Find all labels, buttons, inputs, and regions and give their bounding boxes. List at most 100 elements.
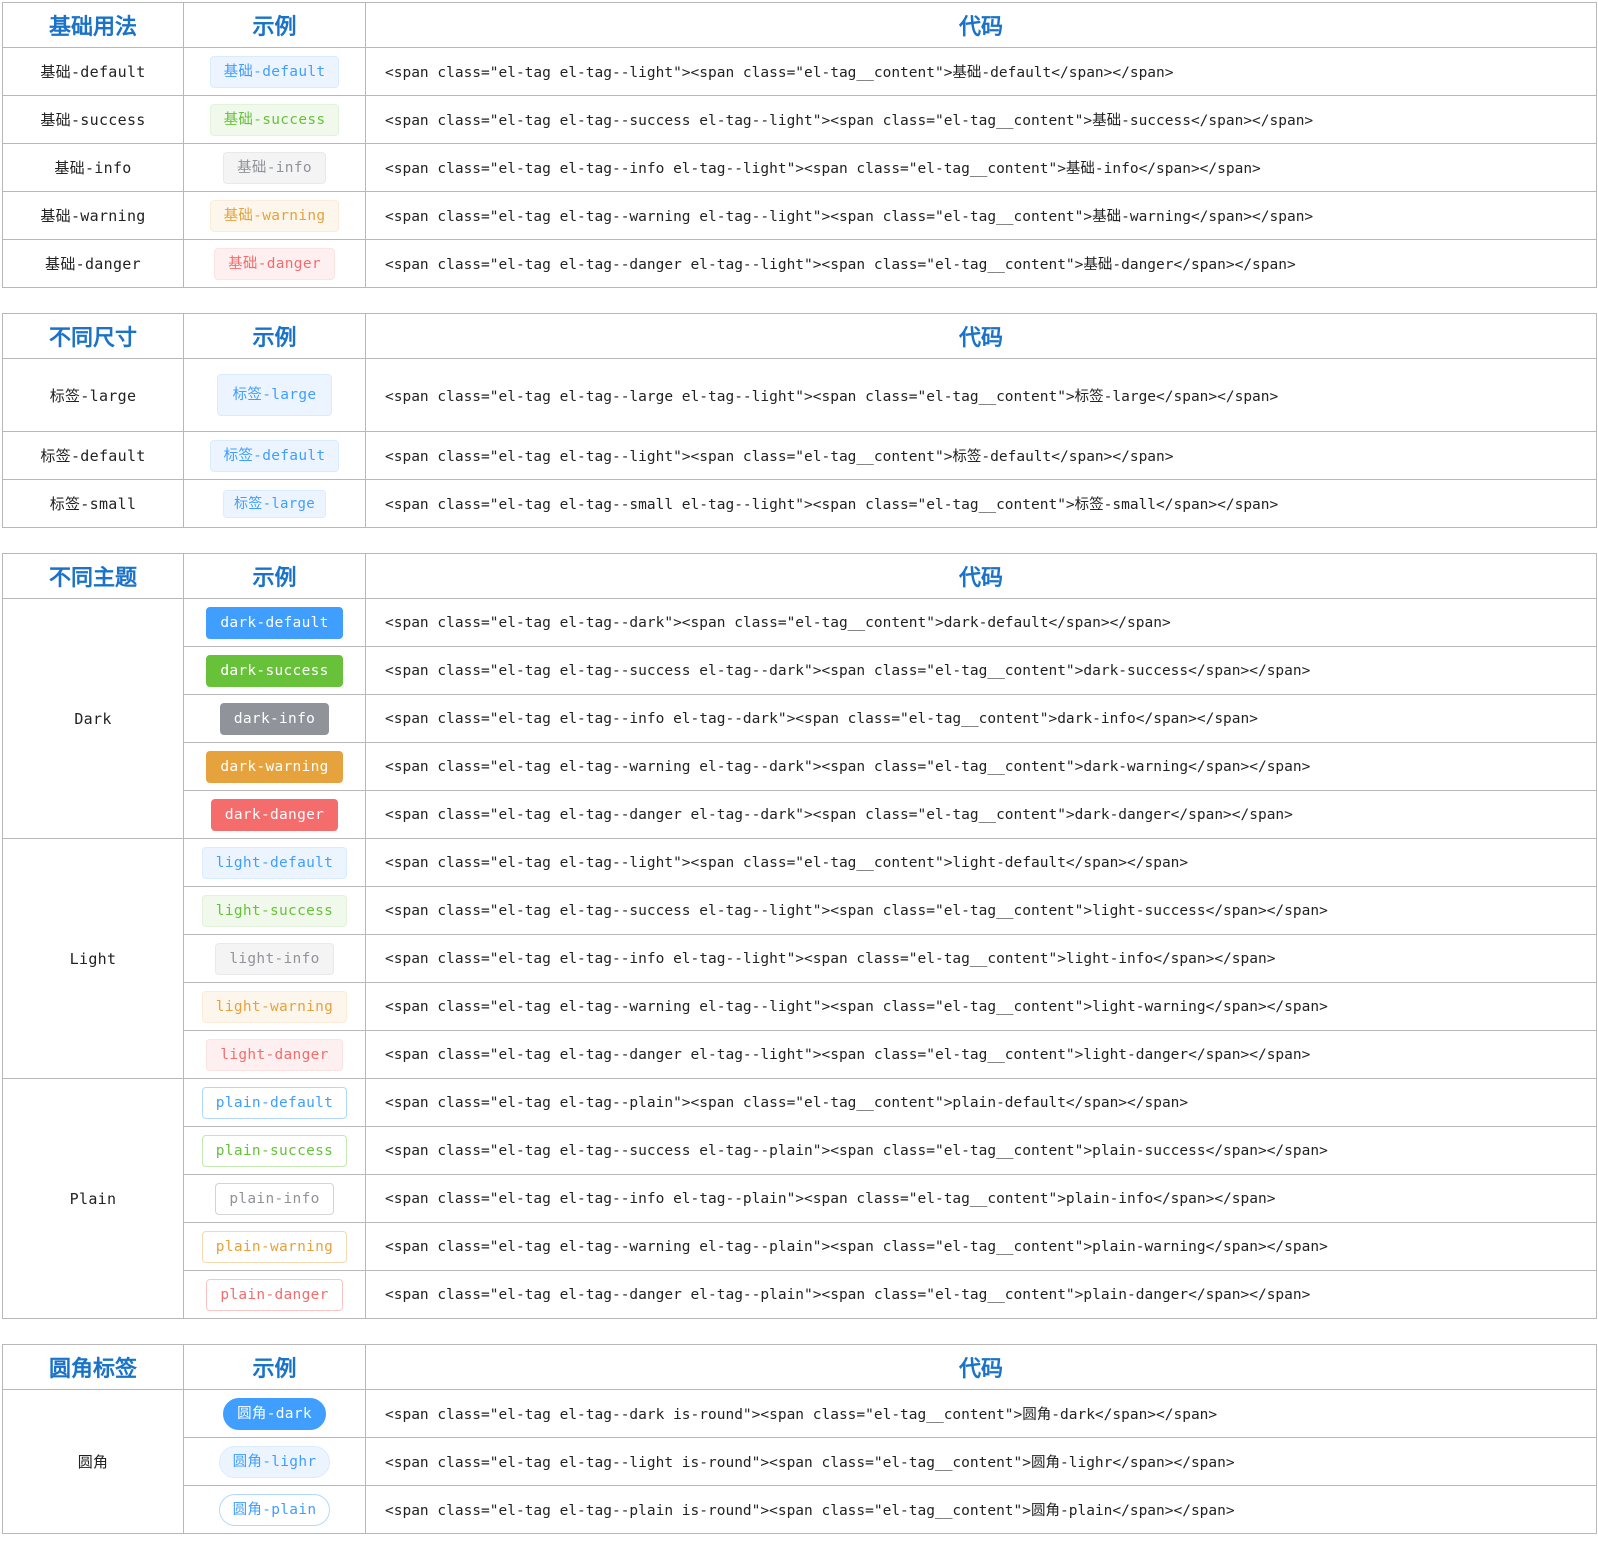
tag-dark-danger[interactable]: dark-danger xyxy=(210,798,339,831)
header-code: 代码 xyxy=(365,1344,1597,1390)
table-header: 基础用法 示例 代码 xyxy=(2,2,1597,48)
tag-size-small[interactable]: 标签-large xyxy=(223,489,326,518)
code-snippet: <span class="el-tag el-tag--dark"><span … xyxy=(365,598,1597,647)
code-snippet: <span class="el-tag el-tag--danger el-ta… xyxy=(365,1030,1597,1079)
code-snippet: <span class="el-tag el-tag--light"><span… xyxy=(365,838,1597,887)
table-row: light-success <span class="el-tag el-tag… xyxy=(3,886,1597,935)
tag-plain-danger[interactable]: plain-danger xyxy=(206,1278,343,1311)
table-row: Light light-default <span class="el-tag … xyxy=(2,838,1597,1079)
tag-round-light[interactable]: 圆角-lighr xyxy=(218,1445,331,1478)
header-category: 不同主题 xyxy=(2,553,184,599)
header-category: 基础用法 xyxy=(2,2,184,48)
table-header: 不同尺寸 示例 代码 xyxy=(2,313,1597,359)
header-category: 不同尺寸 xyxy=(2,313,184,359)
row-label: 基础-danger xyxy=(2,239,184,288)
basic-usage-table: 基础用法 示例 代码 基础-default 基础-default <span c… xyxy=(2,2,1597,288)
table-row: plain-danger <span class="el-tag el-tag-… xyxy=(3,1270,1597,1319)
tag-dark-info[interactable]: dark-info xyxy=(219,702,330,735)
tag-light-info[interactable]: light-info xyxy=(215,942,334,975)
table-row: 基础-danger 基础-danger <span class="el-tag … xyxy=(2,239,1597,288)
table-row: 圆角 圆角-dark <span class="el-tag el-tag--d… xyxy=(2,1389,1597,1534)
code-snippet: <span class="el-tag el-tag--plain"><span… xyxy=(365,1078,1597,1127)
tag-round-plain[interactable]: 圆角-plain xyxy=(218,1493,331,1526)
tag-basic-info[interactable]: 基础-info xyxy=(223,151,326,184)
table-row: 圆角-plain <span class="el-tag el-tag--pla… xyxy=(3,1485,1597,1534)
code-snippet: <span class="el-tag el-tag--warning el-t… xyxy=(365,982,1597,1031)
tag-plain-default[interactable]: plain-default xyxy=(201,1086,348,1119)
header-code: 代码 xyxy=(365,313,1597,359)
code-snippet: <span class="el-tag el-tag--danger el-ta… xyxy=(365,790,1597,839)
code-snippet: <span class="el-tag el-tag--success el-t… xyxy=(365,646,1597,695)
tag-dark-warning[interactable]: dark-warning xyxy=(206,750,343,783)
group-label-plain: Plain xyxy=(2,1078,184,1319)
table-row: 基础-warning 基础-warning <span class="el-ta… xyxy=(2,191,1597,240)
tag-light-default[interactable]: light-default xyxy=(201,846,348,879)
row-label: 标签-default xyxy=(2,431,184,480)
code-snippet: <span class="el-tag el-tag--warning el-t… xyxy=(365,191,1597,240)
table-row: 标签-large 标签-large <span class="el-tag el… xyxy=(2,358,1597,432)
tag-light-warning[interactable]: light-warning xyxy=(201,990,348,1023)
group-label-dark: Dark xyxy=(2,598,184,839)
code-snippet: <span class="el-tag el-tag--success el-t… xyxy=(365,1126,1597,1175)
table-row: light-warning <span class="el-tag el-tag… xyxy=(3,982,1597,1031)
table-row: light-info <span class="el-tag el-tag--i… xyxy=(3,934,1597,983)
tag-light-danger[interactable]: light-danger xyxy=(206,1038,343,1071)
tag-size-default[interactable]: 标签-default xyxy=(209,439,340,472)
round-tags-table: 圆角标签 示例 代码 圆角 圆角-dark <span class="el-ta… xyxy=(2,1344,1597,1534)
tag-basic-success[interactable]: 基础-success xyxy=(209,103,340,136)
tag-basic-warning[interactable]: 基础-warning xyxy=(209,199,340,232)
header-example: 示例 xyxy=(183,313,366,359)
row-label: 基础-info xyxy=(2,143,184,192)
table-row: 圆角-lighr <span class="el-tag el-tag--lig… xyxy=(3,1437,1597,1486)
table-row: light-danger <span class="el-tag el-tag-… xyxy=(3,1030,1597,1079)
table-row: Dark dark-default <span class="el-tag el… xyxy=(2,598,1597,839)
code-snippet: <span class="el-tag el-tag--small el-tag… xyxy=(365,479,1597,528)
code-snippet: <span class="el-tag el-tag--large el-tag… xyxy=(365,358,1597,432)
sizes-table: 不同尺寸 示例 代码 标签-large 标签-large <span class… xyxy=(2,313,1597,528)
table-header: 不同主题 示例 代码 xyxy=(2,553,1597,599)
tag-plain-success[interactable]: plain-success xyxy=(201,1134,348,1167)
row-label: 标签-small xyxy=(2,479,184,528)
code-snippet: <span class="el-tag el-tag--info el-tag-… xyxy=(365,694,1597,743)
code-snippet: <span class="el-tag el-tag--warning el-t… xyxy=(365,1222,1597,1271)
code-snippet: <span class="el-tag el-tag--warning el-t… xyxy=(365,742,1597,791)
tag-basic-default[interactable]: 基础-default xyxy=(209,55,340,88)
group-label-light: Light xyxy=(2,838,184,1079)
header-category: 圆角标签 xyxy=(2,1344,184,1390)
table-row: plain-success <span class="el-tag el-tag… xyxy=(3,1126,1597,1175)
code-snippet: <span class="el-tag el-tag--dark is-roun… xyxy=(365,1389,1597,1438)
table-row: dark-warning <span class="el-tag el-tag-… xyxy=(3,742,1597,791)
code-snippet: <span class="el-tag el-tag--success el-t… xyxy=(365,886,1597,935)
tag-reference-page: 基础用法 示例 代码 基础-default 基础-default <span c… xyxy=(2,2,1597,1559)
tag-plain-info[interactable]: plain-info xyxy=(215,1182,334,1215)
tag-round-dark[interactable]: 圆角-dark xyxy=(223,1397,326,1430)
tag-basic-danger[interactable]: 基础-danger xyxy=(214,247,335,280)
code-snippet: <span class="el-tag el-tag--light is-rou… xyxy=(365,1437,1597,1486)
row-label: 基础-success xyxy=(2,95,184,144)
row-label: 基础-default xyxy=(2,47,184,96)
code-snippet: <span class="el-tag el-tag--plain is-rou… xyxy=(365,1485,1597,1534)
themes-table: 不同主题 示例 代码 Dark dark-default <span class… xyxy=(2,553,1597,1319)
tag-plain-warning[interactable]: plain-warning xyxy=(201,1230,348,1263)
table-row: dark-success <span class="el-tag el-tag-… xyxy=(3,646,1597,695)
table-row: plain-warning <span class="el-tag el-tag… xyxy=(3,1222,1597,1271)
tag-size-large[interactable]: 标签-large xyxy=(216,374,333,416)
tag-dark-default[interactable]: dark-default xyxy=(206,606,343,639)
table-row: Plain plain-default <span class="el-tag … xyxy=(2,1078,1597,1319)
code-snippet: <span class="el-tag el-tag--info el-tag-… xyxy=(365,934,1597,983)
row-label: 标签-large xyxy=(2,358,184,432)
code-snippet: <span class="el-tag el-tag--info el-tag-… xyxy=(365,1174,1597,1223)
table-row: 标签-small 标签-large <span class="el-tag el… xyxy=(2,479,1597,528)
table-row: 基础-info 基础-info <span class="el-tag el-t… xyxy=(2,143,1597,192)
header-example: 示例 xyxy=(183,1344,366,1390)
tag-dark-success[interactable]: dark-success xyxy=(206,654,343,687)
table-header: 圆角标签 示例 代码 xyxy=(2,1344,1597,1390)
code-snippet: <span class="el-tag el-tag--info el-tag-… xyxy=(365,143,1597,192)
tag-light-success[interactable]: light-success xyxy=(201,894,348,927)
table-row: 基础-default 基础-default <span class="el-ta… xyxy=(2,47,1597,96)
table-row: 标签-default 标签-default <span class="el-ta… xyxy=(2,431,1597,480)
header-code: 代码 xyxy=(365,553,1597,599)
table-row: 基础-success 基础-success <span class="el-ta… xyxy=(2,95,1597,144)
header-example: 示例 xyxy=(183,2,366,48)
table-row: dark-danger <span class="el-tag el-tag--… xyxy=(3,790,1597,839)
